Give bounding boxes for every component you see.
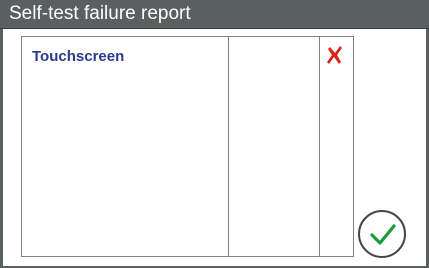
self-test-failure-dialog: Self-test failure report Touchscreen	[0, 0, 429, 268]
confirm-ok-button[interactable]	[358, 210, 406, 258]
column-divider	[228, 37, 229, 256]
dialog-title: Self-test failure report	[9, 3, 191, 24]
title-bar: Self-test failure report	[0, 0, 429, 29]
checkmark-icon	[370, 224, 396, 245]
fail-x-icon	[327, 45, 343, 65]
failure-report-table: Touchscreen	[21, 36, 354, 257]
column-divider	[319, 37, 320, 256]
failed-component-label: Touchscreen	[32, 48, 125, 65]
